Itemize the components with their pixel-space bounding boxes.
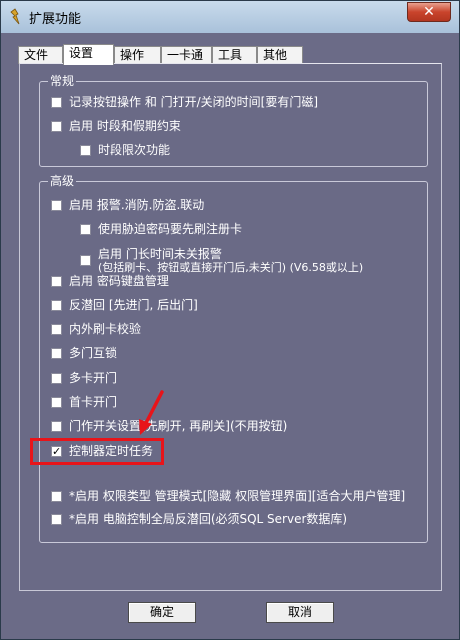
checkbox[interactable]: [51, 348, 62, 359]
annotation-arrow-icon: [139, 390, 164, 435]
tab-other[interactable]: 其他: [257, 46, 303, 64]
window-title: 扩展功能: [29, 12, 82, 27]
checkbox[interactable]: [51, 397, 62, 408]
checkbox[interactable]: [80, 145, 91, 156]
checkbox[interactable]: [51, 276, 62, 287]
tab-one-card[interactable]: 一卡通: [161, 46, 212, 64]
checkbox[interactable]: [80, 224, 91, 235]
checkbox[interactable]: [51, 514, 62, 525]
ok-button[interactable]: 确定: [128, 602, 196, 623]
advanced-group-title: 高级: [48, 174, 77, 188]
close-button[interactable]: ✕: [407, 2, 451, 22]
checkbox[interactable]: [51, 121, 62, 132]
close-icon: ✕: [423, 4, 435, 20]
annotation-highlight-box: [30, 438, 164, 465]
app-icon: [10, 8, 20, 25]
tab-file[interactable]: 文件: [18, 46, 63, 64]
tab-settings[interactable]: 设置: [63, 44, 114, 65]
tab-operations[interactable]: 操作: [114, 46, 161, 64]
dialog-window: 扩展功能 ✕ 文件 设置 操作 一卡通 工具 其他 常规 记录按钮操作 和 门打…: [0, 0, 460, 640]
general-group-title: 常规: [48, 74, 77, 88]
checkbox[interactable]: [51, 491, 62, 502]
title-bar[interactable]: 扩展功能 ✕: [1, 1, 459, 33]
checkbox[interactable]: [51, 373, 62, 384]
checkbox[interactable]: [51, 200, 62, 211]
checkbox[interactable]: [51, 300, 62, 311]
tab-tools[interactable]: 工具: [212, 46, 257, 64]
checkbox[interactable]: [80, 255, 91, 266]
cancel-button[interactable]: 取消: [266, 602, 334, 623]
checkbox[interactable]: [51, 97, 62, 108]
checkbox[interactable]: [51, 324, 62, 335]
checkbox[interactable]: [51, 421, 62, 432]
